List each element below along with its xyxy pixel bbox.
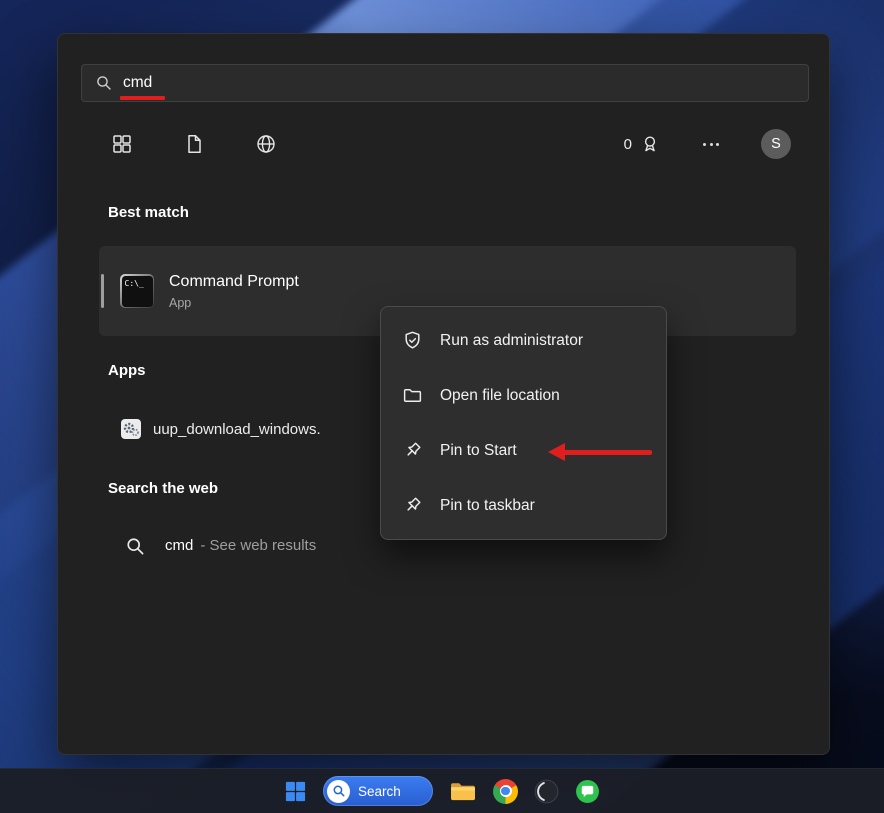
annotation-red-underline <box>120 96 165 100</box>
web-header: Search the web <box>108 480 219 497</box>
dark-browser-icon[interactable] <box>534 779 559 804</box>
filter-icons <box>108 130 280 158</box>
selection-indicator <box>101 274 104 308</box>
folder-icon <box>402 385 423 406</box>
apps-grid-icon[interactable] <box>108 130 136 158</box>
taskbar: Search <box>0 768 884 813</box>
command-prompt-icon: C:\_ <box>120 274 154 308</box>
context-menu: Run as administrator Open file location … <box>380 306 667 540</box>
search-input[interactable] <box>123 74 808 92</box>
chrome-icon[interactable] <box>493 778 518 804</box>
search-icon <box>95 74 113 92</box>
annotation-red-arrow <box>548 443 653 461</box>
result-title: Command Prompt <box>169 272 299 290</box>
rewards-count: 0 <box>623 135 632 153</box>
web-suffix: - See web results <box>200 537 317 554</box>
search-icon <box>125 536 145 556</box>
search-box[interactable] <box>81 64 809 102</box>
user-avatar[interactable]: S <box>761 129 791 159</box>
windows-start-icon[interactable] <box>284 780 307 803</box>
app-result-label: uup_download_windows. <box>153 420 321 438</box>
avatar-initial: S <box>771 136 781 152</box>
menu-item-run-as-administrator[interactable]: Run as administrator <box>381 313 666 368</box>
arrow-shaft <box>563 449 652 455</box>
apps-header: Apps <box>108 362 146 379</box>
globe-icon[interactable] <box>252 130 280 158</box>
taskbar-search-button[interactable]: Search <box>323 776 433 806</box>
file-explorer-icon[interactable] <box>449 780 477 803</box>
rewards-button[interactable]: 0 <box>624 133 661 155</box>
shield-check-icon <box>402 330 423 351</box>
menu-item-pin-to-taskbar[interactable]: Pin to taskbar <box>381 478 666 533</box>
taskbar-search-label: Search <box>358 783 401 799</box>
document-icon[interactable] <box>180 130 208 158</box>
search-toolbar: 0 S <box>108 126 791 162</box>
gears-app-icon <box>120 418 142 440</box>
more-options-button[interactable] <box>699 130 723 158</box>
pin-icon <box>402 495 423 516</box>
menu-item-open-file-location[interactable]: Open file location <box>381 368 666 423</box>
chat-icon[interactable] <box>575 779 600 804</box>
result-subtitle: App <box>169 295 192 310</box>
medal-icon <box>639 133 661 155</box>
pin-icon <box>402 440 423 461</box>
best-match-header: Best match <box>108 204 189 221</box>
web-query: cmd <box>165 537 194 554</box>
search-icon <box>327 779 350 803</box>
